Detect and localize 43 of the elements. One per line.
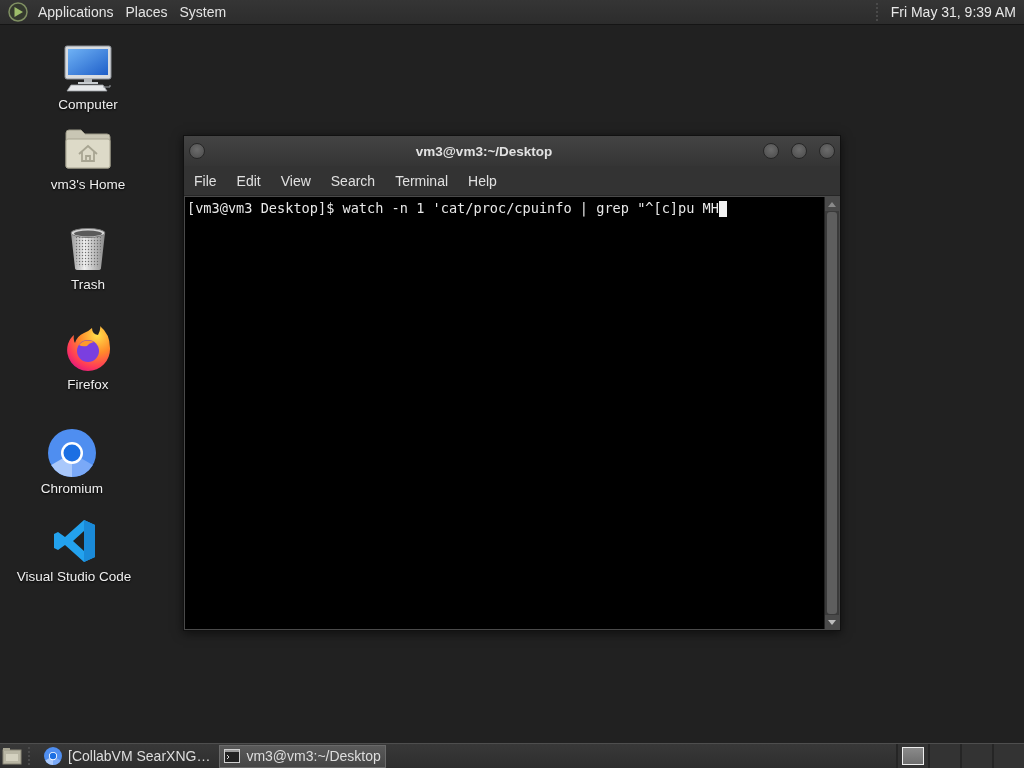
taskbar-button[interactable]: [CollabVM SearXNG… bbox=[39, 744, 216, 768]
menu-item[interactable]: File bbox=[184, 168, 227, 193]
taskbar-button[interactable]: vm3@vm3:~/Desktop bbox=[219, 744, 386, 768]
close-button[interactable] bbox=[819, 143, 835, 159]
menu-item[interactable]: Edit bbox=[226, 168, 271, 193]
terminal-icon bbox=[224, 749, 241, 763]
terminal-screen[interactable]: [vm3@vm3 Desktop]$ watch -n 1 'cat/proc/cpuinfo | grep "^[c]pu MH bbox=[184, 196, 840, 630]
menu-item[interactable]: View bbox=[270, 168, 321, 193]
workspace-button[interactable] bbox=[896, 744, 928, 768]
scrollbar[interactable] bbox=[824, 197, 839, 629]
desktop-icon-label[interactable]: Firefox bbox=[67, 377, 109, 393]
monitor-icon[interactable] bbox=[63, 45, 113, 93]
scrollbar-thumb[interactable] bbox=[827, 212, 837, 614]
circle-logo-icon[interactable] bbox=[48, 429, 96, 477]
clock[interactable]: Fri May 31, 9:39 AM bbox=[886, 4, 1020, 20]
ribbon-logo-icon[interactable] bbox=[52, 517, 96, 565]
flame-logo-icon[interactable] bbox=[65, 325, 111, 373]
desktop-icon-label[interactable]: Chromium bbox=[40, 481, 104, 497]
maximize-button[interactable] bbox=[791, 143, 807, 159]
menu-item[interactable]: Help bbox=[458, 168, 507, 193]
window-title: vm3@vm3:~/Desktop bbox=[414, 143, 554, 159]
scroll-up-button[interactable] bbox=[825, 197, 839, 211]
panel-menu[interactable]: Places bbox=[119, 2, 174, 22]
trash-can-icon[interactable] bbox=[69, 225, 107, 273]
cursor-icon bbox=[718, 200, 727, 217]
panel-menu[interactable]: Applications bbox=[32, 2, 120, 22]
desktop-icon-label[interactable]: Visual Studio Code bbox=[16, 569, 132, 585]
circle-logo-icon bbox=[44, 747, 62, 765]
menu-item[interactable]: Search bbox=[320, 168, 386, 193]
minimize-button[interactable] bbox=[763, 143, 779, 159]
down-arrow-icon bbox=[828, 619, 836, 625]
desktop-icon-label[interactable]: vm3's Home bbox=[50, 177, 126, 193]
window-menu-button[interactable] bbox=[189, 143, 205, 159]
desktop-icon-label[interactable]: Trash bbox=[71, 277, 105, 293]
menu-item[interactable]: Terminal bbox=[385, 168, 459, 193]
show-desktop-icon[interactable] bbox=[2, 746, 22, 766]
window-thumbnail-icon bbox=[902, 747, 924, 765]
scroll-down-button[interactable] bbox=[825, 615, 839, 629]
terminal-text: [vm3@vm3 Desktop]$ watch -n 1 'cat/proc/cpuinfo | grep "^[c]pu MH bbox=[187, 200, 719, 217]
panel-menu[interactable]: System bbox=[173, 2, 233, 22]
desktop-icon-label[interactable]: Computer bbox=[58, 97, 118, 113]
play-circle-icon[interactable] bbox=[8, 2, 28, 22]
up-arrow-icon bbox=[828, 201, 836, 207]
